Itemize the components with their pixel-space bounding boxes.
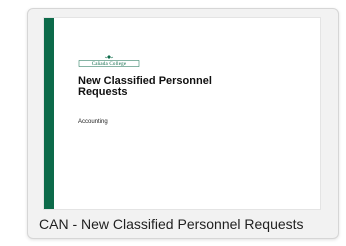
title-line-2: Requests (78, 86, 128, 98)
document-title: New Classified Personnel Requests (78, 76, 308, 98)
logo-text: Cañada College (92, 62, 127, 67)
accent-bar (44, 18, 54, 209)
document-thumbnail[interactable]: Cañada College New Classified Personnel … (43, 17, 321, 210)
college-logo: Cañada College (78, 55, 140, 67)
document-subtitle: Accounting (78, 119, 108, 125)
file-card[interactable]: Cañada College New Classified Personnel … (27, 8, 339, 239)
file-name[interactable]: CAN - New Classified Personnel Requests (39, 215, 331, 233)
college-seal-icon (104, 55, 114, 59)
